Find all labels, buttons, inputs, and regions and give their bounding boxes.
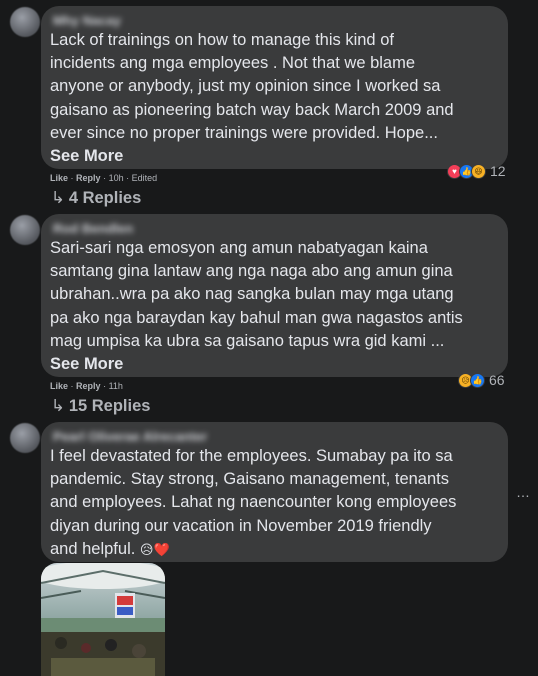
reply-arrow-icon: ↳	[51, 397, 65, 415]
comment-text: Lack of trainings on how to manage this …	[50, 31, 454, 142]
comment-author[interactable]: Rod Bendlen	[53, 222, 496, 236]
sad-heart-emoji: 😥❤️	[139, 541, 170, 557]
avatar[interactable]	[10, 215, 40, 245]
comment-bubble: Rod Bendlen Sari-sari nga emosyon ang am…	[41, 214, 508, 377]
comment-text: I feel devastated for the employees. Sum…	[50, 445, 496, 561]
comment-author[interactable]: Mhy Nacay	[53, 14, 496, 28]
comment-bubble: Pearl Oliverae Alrecanter I feel devasta…	[41, 422, 508, 562]
comment-meta: Like · Reply · 11h	[50, 381, 123, 391]
comment-author[interactable]: Pearl Oliverae Alrecanter	[53, 430, 496, 444]
comment-meta: Like · Reply · 10h · Edited	[50, 173, 157, 183]
see-more-link[interactable]: See More	[50, 353, 123, 375]
see-more-link[interactable]: See More	[50, 145, 123, 167]
like-reaction-icon: 👍	[470, 372, 485, 388]
replies-label: 4 Replies	[68, 189, 142, 207]
comment-text-content: I feel devastated for the employees. Sum…	[50, 447, 457, 558]
comment-time[interactable]: 10h	[109, 173, 124, 183]
reaction-count: 12	[490, 163, 506, 179]
avatar[interactable]	[10, 7, 40, 37]
view-replies-button[interactable]: ↳ 15 Replies	[51, 396, 150, 416]
meta-separator: ·	[103, 381, 107, 391]
edited-label[interactable]: Edited	[132, 173, 158, 183]
view-replies-button[interactable]: ↳ 4 Replies	[51, 188, 141, 208]
more-options-icon[interactable]: …	[516, 484, 531, 500]
avatar[interactable]	[10, 423, 40, 453]
meta-separator: ·	[70, 173, 74, 183]
like-link[interactable]: Like	[50, 381, 68, 391]
meta-separator: ·	[70, 381, 74, 391]
haha-reaction-icon: 😆	[471, 163, 486, 179]
mall-interior-photo	[41, 563, 165, 676]
reaction-count: 66	[489, 372, 505, 388]
reply-link[interactable]: Reply	[76, 381, 101, 391]
meta-separator: ·	[126, 173, 130, 183]
attached-photo[interactable]	[41, 563, 165, 676]
reply-arrow-icon: ↳	[51, 189, 65, 207]
meta-separator: ·	[103, 173, 107, 183]
reaction-summary[interactable]: 😥 👍 66	[458, 372, 505, 388]
comment-time[interactable]: 11h	[109, 381, 123, 391]
reaction-summary[interactable]: ♥ 👍 😆 12	[447, 163, 506, 179]
comment-text: Sari-sari nga emosyon ang amun nabatyaga…	[50, 239, 463, 350]
replies-label: 15 Replies	[68, 397, 151, 415]
reply-link[interactable]: Reply	[76, 173, 101, 183]
comment-bubble: Mhy Nacay Lack of trainings on how to ma…	[41, 6, 508, 169]
like-link[interactable]: Like	[50, 173, 68, 183]
